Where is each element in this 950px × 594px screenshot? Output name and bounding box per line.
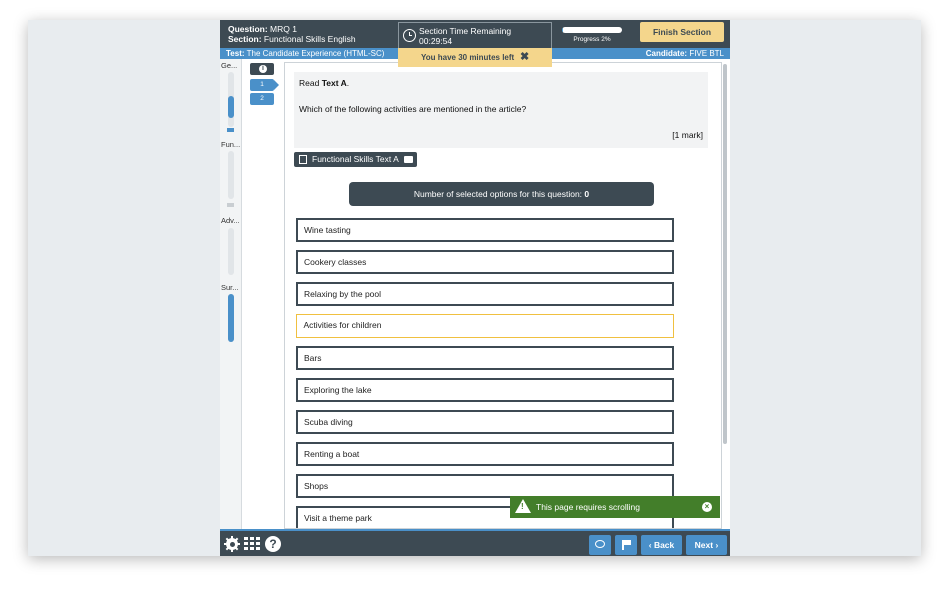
flag-icon [622,540,631,550]
option-cookery-classes[interactable]: Cookery classes [296,250,674,274]
question-nav-2[interactable]: 2 [250,93,274,105]
close-toast-icon[interactable]: × [702,502,712,512]
mark-value: [1 mark] [672,130,703,140]
progress-label: Progress 2% [573,36,611,43]
option-renting-a-boat[interactable]: Renting a boat [296,442,674,466]
section-status-icon [227,203,234,207]
sidebar-section-survey[interactable]: Sur... [221,283,239,292]
section-name: Functional Skills English [263,34,356,44]
help-icon[interactable]: ? [265,536,281,552]
exam-app: Question: MRQ 1 Section: Functional Skil… [220,20,730,556]
clock-icon [403,29,416,42]
question-label: Question: [228,24,268,34]
candidate-label: Candidate: [645,49,688,58]
test-name: The Candidate Experience (HTML-SC) [246,49,385,58]
timer-value: 00:29:54 [419,36,453,46]
sidebar-section-advanced[interactable]: Adv... [221,216,240,225]
question-info: Question: MRQ 1 Section: Functional Skil… [228,24,356,44]
sidebar-section-functional[interactable]: Fun... [221,140,240,149]
section-timer: Section Time Remaining 00:29:54 [398,22,552,48]
section-label: Section: [228,34,262,44]
section-progress-fill [228,96,234,118]
selected-count-bar: Number of selected options for this ques… [349,182,654,206]
option-exploring-the-lake[interactable]: Exploring the lake [296,378,674,402]
selected-count-label: Number of selected options for this ques… [413,189,585,199]
finish-section-button[interactable]: Finish Section [640,22,724,42]
warning-icon [515,499,531,513]
option-bars[interactable]: Bars [296,346,674,370]
info-icon[interactable] [250,63,274,75]
pdf-icon [299,155,307,164]
comment-icon [595,540,605,548]
question-number: MRQ 1 [270,24,297,34]
section-progress-track [228,72,234,127]
option-wine-tasting[interactable]: Wine tasting [296,218,674,242]
back-label: Back [653,540,675,550]
time-warning-text: You have 30 minutes left [421,53,515,62]
option-shops[interactable]: Shops [296,474,674,498]
chevron-left-icon: ‹ [648,540,652,550]
open-text-a-button[interactable]: Functional Skills Text A [294,152,417,167]
content-scrollbar[interactable] [722,62,728,529]
scroll-required-toast: This page requires scrolling × [510,496,720,518]
folder-open-icon [404,156,413,163]
section-progress-fill [228,294,234,342]
text-a-label: Functional Skills Text A [312,154,399,164]
question-prompt: Which of the following activities are me… [299,104,527,114]
question-navigator: 1 2 [242,59,284,529]
bottom-toolbar: ? ‹ Back Next › [220,529,730,556]
candidate-name: FIVE BTL [689,49,724,58]
top-header: Question: MRQ 1 Section: Functional Skil… [220,20,730,48]
time-warning-banner: You have 30 minutes left ✖ [398,48,552,67]
grid-overview-icon[interactable] [244,537,260,551]
section-sidebar: Ge... Fun... Adv... Sur... [220,59,242,529]
question-stem: Read Text A. Which of the following acti… [294,72,708,148]
option-scuba-diving[interactable]: Scuba diving [296,410,674,434]
chevron-right-icon: › [715,540,719,550]
flag-button[interactable] [615,535,637,555]
test-label: Test: [226,49,245,58]
progress-fill [562,27,564,33]
scrollbar-thumb[interactable] [723,64,727,444]
question-panel: Read Text A. Which of the following acti… [284,62,722,529]
section-progress-track [228,228,234,275]
section-progress-track [228,294,234,342]
close-warning-icon[interactable]: ✖ [520,48,529,67]
settings-gear-icon[interactable] [224,536,240,552]
next-button[interactable]: Next › [686,535,727,555]
section-complete-icon [227,128,234,132]
option-activities-for-children[interactable]: Activities for children [296,314,674,338]
comment-button[interactable] [589,535,611,555]
read-instruction: Read Text A. [299,78,350,88]
selected-count-value: 0 [584,189,590,199]
sidebar-section-general[interactable]: Ge... [221,61,237,70]
option-relaxing-by-pool[interactable]: Relaxing by the pool [296,282,674,306]
progress-bar [562,27,622,33]
question-nav-1[interactable]: 1 [250,79,279,91]
next-label: Next [694,540,714,550]
section-progress-track [228,151,234,199]
timer-title: Section Time Remaining [419,26,512,36]
scroll-toast-text: This page requires scrolling [536,502,640,512]
text-reference: Text A [321,78,347,88]
back-button[interactable]: ‹ Back [641,535,682,555]
